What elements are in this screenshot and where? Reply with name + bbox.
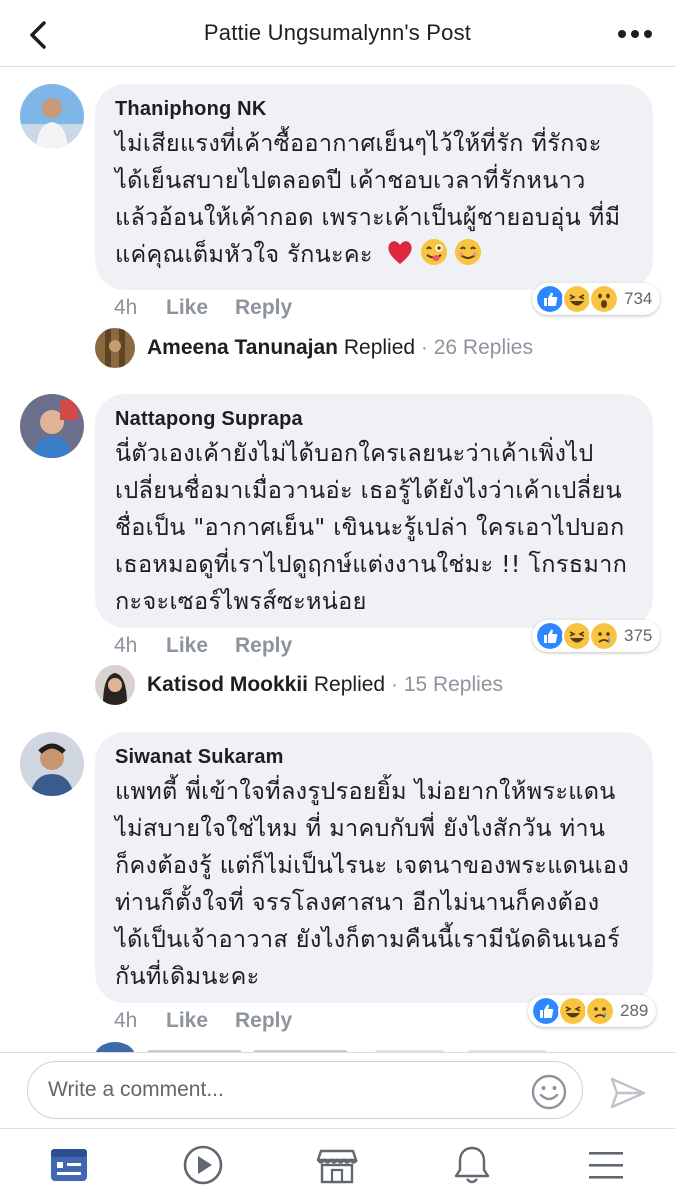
comment-author[interactable]: Nattapong Suprapa	[115, 408, 631, 431]
news-feed-icon[interactable]	[47, 1143, 91, 1187]
avatar[interactable]	[20, 84, 84, 148]
comment-bubble: Siwanat Sukaram แพทตี้ พี่เข้าใจที่ลงรูป…	[95, 732, 653, 1003]
comment-timestamp: 4h	[114, 634, 138, 657]
haha-reaction-icon	[558, 996, 588, 1026]
red-heart-icon	[388, 241, 412, 264]
reaction-count: 375	[624, 626, 653, 645]
winking-tongue-face-icon	[420, 239, 447, 265]
reply-count: · 15 Replies	[390, 673, 503, 696]
bottom-tab-bar	[0, 1128, 675, 1201]
like-button[interactable]: Like	[166, 634, 208, 658]
notifications-bell-icon[interactable]	[450, 1143, 494, 1187]
comment-bubble: Thaniphong NK ไม่เสียแรงที่เค้าซื้ออากาศ…	[95, 84, 653, 290]
avatar	[95, 328, 135, 368]
marketplace-icon[interactable]	[315, 1143, 359, 1187]
emoji-icon[interactable]	[530, 1073, 568, 1111]
more-options-icon[interactable]	[615, 22, 655, 46]
sad-reaction-icon	[585, 996, 615, 1026]
comment-composer: Write a comment...	[0, 1052, 675, 1129]
reply-label: Replied	[343, 336, 416, 359]
reaction-summary[interactable]: 734	[532, 283, 661, 315]
comment-timestamp: 4h	[114, 1009, 138, 1032]
like-button[interactable]: Like	[166, 296, 208, 320]
like-reaction-icon	[535, 284, 565, 314]
smiling-face-icon	[454, 239, 481, 265]
send-icon[interactable]	[608, 1073, 648, 1113]
reaction-summary[interactable]: 375	[532, 620, 661, 652]
wow-reaction-icon	[589, 284, 619, 314]
comment-author[interactable]: Thaniphong NK	[115, 98, 631, 121]
comment-text: นี่ตัวเองเค้ายังไม่ได้บอกใครเลยนะว่าเค้า…	[115, 439, 628, 615]
reply-button[interactable]: Reply	[235, 1009, 292, 1033]
avatar	[95, 665, 135, 705]
sad-reaction-icon	[589, 621, 619, 651]
like-reaction-icon	[531, 996, 561, 1026]
reply-label: Replied	[313, 673, 386, 696]
page-title: Pattie Ungsumalynn's Post	[203, 20, 472, 45]
haha-reaction-icon	[562, 621, 592, 651]
post-header: Pattie Ungsumalynn's Post	[0, 0, 675, 67]
reply-button[interactable]: Reply	[235, 634, 292, 658]
reaction-count: 289	[620, 1001, 649, 1020]
avatar[interactable]	[20, 732, 84, 796]
reply-author: Katisod Mookkii	[147, 673, 309, 696]
avatar[interactable]	[20, 394, 84, 458]
watch-icon[interactable]	[181, 1143, 225, 1187]
comment-text: ไม่เสียแรงที่เค้าซื้ออากาศเย็นๆไว้ให้ที่…	[115, 129, 621, 268]
comment-author[interactable]: Siwanat Sukaram	[115, 746, 631, 769]
haha-reaction-icon	[562, 284, 592, 314]
reply-author: Ameena Tanunajan	[147, 336, 338, 359]
reply-count: · 26 Replies	[420, 336, 533, 359]
menu-icon[interactable]	[584, 1143, 628, 1187]
reply-button[interactable]: Reply	[235, 296, 292, 320]
reaction-summary[interactable]: 289	[528, 995, 657, 1027]
comment-bubble: Nattapong Suprapa นี่ตัวเองเค้ายังไม่ได้…	[95, 394, 653, 628]
like-reaction-icon	[535, 621, 565, 651]
comment-input[interactable]: Write a comment...	[27, 1061, 583, 1119]
comment-text: แพทตี้ พี่เข้าใจที่ลงรูปรอยยิ้ม ไม่อยากใ…	[115, 777, 630, 990]
reaction-count: 734	[624, 289, 653, 308]
like-button[interactable]: Like	[166, 1009, 208, 1033]
comment-timestamp: 4h	[114, 296, 138, 319]
